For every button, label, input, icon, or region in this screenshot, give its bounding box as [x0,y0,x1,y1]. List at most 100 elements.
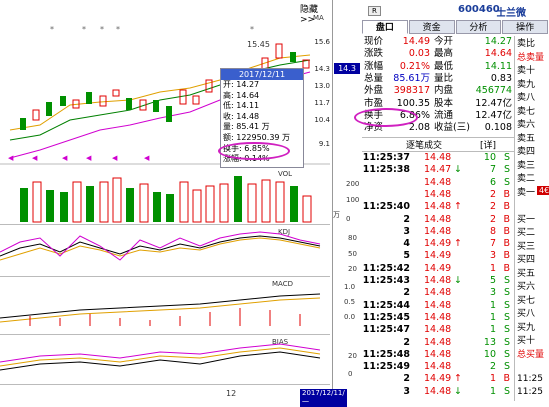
orderbook-label: 买一 [517,214,536,225]
quote-value: 0.108 [484,122,512,134]
orderbook-label: 卖八 [517,93,536,103]
orderbook-label: 总卖量 [517,52,545,63]
tick-time: 5 [403,250,410,262]
price-marker: 4€ [537,186,549,195]
tick-volume: 1 [489,311,496,323]
tick-time: 2 [403,336,410,348]
tick-volume: 2 [489,201,496,213]
macd-panel[interactable]: MACD [0,278,330,335]
tick-time: 3 [403,385,410,397]
tooltip-date: 2017/12/11 [221,69,303,80]
orderbook-label: 买五 [517,268,536,279]
quote-value: 398317 [393,85,430,97]
tick-price: 14.48 [424,188,452,200]
tick-volume: 1 [489,373,496,385]
tick-time: 4 [403,238,410,250]
orderbook-label: 总买量 [517,349,545,360]
tick-row: 11:25:47 14.48 1 S [362,324,514,336]
tick-direction: B [503,225,510,237]
tick-direction: S [503,385,510,397]
quote-value: 100.35 [396,97,430,109]
kdj-panel[interactable]: KDJ [0,226,330,277]
tick-price: 14.48 [424,361,452,373]
tooltip-high: 高: 14.64 [223,90,260,100]
quote-label: 流通 [434,109,454,121]
tick-row: 11:25:38 14.47 ↓ 7 S [362,164,514,176]
quote-value: 0.03 [408,48,430,60]
tick-row: 14.48 6 S [362,177,514,189]
quote-label: 涨跌 [364,48,384,60]
tick-direction: B [503,201,510,213]
orderbook-label: 买三 [517,241,536,252]
tick-price: 14.49 [424,373,452,385]
quote-row: 现价 14.49 今开 14.27 [362,36,514,48]
tick-row: 11:25:40 14.48 ↑ 2 B [362,201,514,213]
arrow-down-icon: ↓ [454,164,462,176]
tick-direction: S [503,348,510,360]
tab-operation[interactable]: 操作 [502,20,548,34]
tick-direction: S [503,361,510,373]
tick-time: 11:25:49 [362,361,410,373]
tick-time: 2 [403,373,410,385]
tick-row: 11:25:37 14.48 10 S [362,152,514,164]
tick-row: 11:25:43 14.48 ↓ 5 S [362,275,514,287]
orderbook-label: 卖二 [517,174,536,184]
tab-analysis[interactable]: 分析 [455,20,502,34]
quote-value: 85.61万 [393,72,430,84]
stock-name: 士兰微 [496,8,526,19]
tick-row: 14.48 2 B [362,189,514,201]
tick-volume: 10 [483,348,496,360]
tick-price: 14.48 [424,336,452,348]
quote-value: 14.49 [402,36,430,47]
tick-volume: 8 [489,225,496,237]
tick-price: 14.48 [424,213,452,225]
tick-time: 11:25:44 [362,299,410,311]
orderbook-label: 卖七 [517,106,536,117]
tick-volume: 3 [489,250,496,262]
x-month-label: 12 [226,389,237,398]
tick-row: 2 14.48 13 S [362,337,514,349]
arrow-up-icon: ↑ [454,373,462,385]
tab-handicap[interactable]: 盘口 [362,20,408,34]
tick-direction: S [503,336,510,348]
turnover-highlight-quote [354,108,418,127]
quote-tabs: 盘口 资金 分析 操作 [362,20,549,34]
orderbook-label: 卖六 [517,120,536,130]
tick-direction: B [503,373,510,385]
quote-label: 收益(三) [434,122,470,134]
macd-lines [0,293,321,323]
quote-value: 14.11 [484,60,512,72]
arrow-down-icon: ↓ [454,275,462,286]
tick-time: 11:25:48 [362,348,410,360]
orderbook-label: 卖四 [517,147,536,157]
tick-price: 14.47 [424,164,452,176]
quote-label: 现价 [364,36,384,47]
tick-time: 2 [403,213,410,225]
orderbook-label: 卖九 [517,79,536,90]
tick-row: 3 14.48 8 B [362,226,514,238]
detail-button[interactable]: [详] [480,138,496,151]
orderbook-label: 买二 [517,228,536,238]
tick-direction: S [503,152,510,163]
quote-label: 量比 [434,72,454,84]
arrow-up-icon: ↑ [454,201,462,213]
tick-row: 2 14.48 3 S [362,287,514,299]
tick-price: 14.49 [424,250,452,262]
tick-volume: 3 [489,287,496,299]
tab-funds[interactable]: 资金 [408,20,455,34]
tick-price: 14.48 [424,299,452,311]
tick-volume: 2 [489,361,496,373]
tick-time: 11:25:42 [362,262,410,274]
tick-price: 14.48 [424,348,452,360]
bias-panel[interactable]: BIAS [0,336,330,385]
tick-volume: 1 [489,262,496,274]
tick-direction: S [503,164,510,176]
orderbook-label: 卖三 [517,160,536,171]
tick-direction: S [503,275,510,286]
quote-row: 涨跌 0.03 最高 14.64 [362,48,514,60]
tick-row: 11:25:49 14.48 2 S [362,361,514,373]
volume-panel[interactable]: VOL [0,168,330,225]
orderbook-label: 卖一 [517,187,536,198]
kline-chart-area[interactable]: 隐藏>> * * * * * MA 15.45 15.6 14.3 13.0 1… [0,0,360,407]
quote-value: 12.47亿 [475,109,512,121]
